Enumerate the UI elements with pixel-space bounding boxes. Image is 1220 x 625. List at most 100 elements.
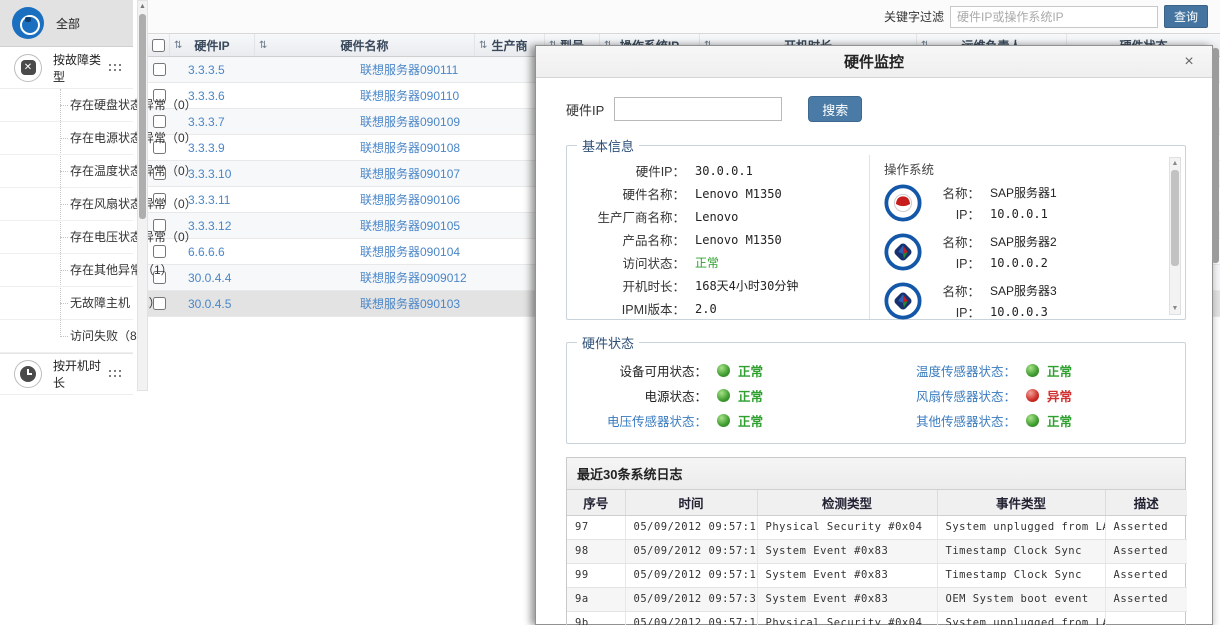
hardware-name-link[interactable]: 联想服务器090108 [360, 139, 460, 156]
sidebar-item-voltage-abnormal[interactable]: 存在电压状态异常（0） [0, 221, 133, 254]
sidebar-item-access-failed[interactable]: 访问失败（8） [0, 320, 133, 353]
system-log-table: 序号 时间 检测类型 事件类型 描述 9705/09/2012 09:57:11… [567, 490, 1187, 625]
scrollbar-thumb[interactable] [1171, 170, 1179, 266]
row-checkbox[interactable] [153, 63, 166, 76]
modal-header: 硬件监控 × [536, 46, 1212, 78]
hardware-name-link[interactable]: 联想服务器090109 [360, 113, 460, 130]
log-row: 9a05/09/2012 09:57:35 System Event #0x83… [567, 587, 1187, 611]
clock-icon [14, 360, 42, 388]
vendor-name-value: Lenovo [695, 210, 738, 224]
basic-info-section: 基本信息 硬件IP：30.0.0.1 硬件名称：Lenovo M1350 生产厂… [566, 136, 1186, 320]
os-name: SAP服务器2 [990, 233, 1057, 250]
os-diamond-icon [884, 233, 922, 271]
sidebar-item-disk-abnormal[interactable]: 存在硬盘状态异常（0） [0, 89, 133, 122]
sidebar-item-other-abnormal[interactable]: 存在其他异常（1） [0, 254, 133, 287]
voltage-sensor-link[interactable]: 电压传感器状态： [567, 411, 707, 430]
menu-dots-icon[interactable] [109, 370, 121, 378]
access-status-value: 正常 [695, 254, 719, 271]
target-icon [12, 7, 44, 39]
hardware-ip-link[interactable]: 30.0.4.4 [188, 271, 231, 285]
ipmi-version-value: 2.0 [695, 302, 717, 316]
sidebar-item-fan-abnormal[interactable]: 存在风扇状态异常（0） [0, 188, 133, 221]
scrollbar-thumb[interactable] [139, 14, 146, 219]
hardware-name-link[interactable]: 联想服务器090104 [360, 243, 460, 260]
top-toolbar: 关键字过滤 查询 [148, 0, 1220, 33]
sort-updown-icon[interactable]: ⇅ [479, 40, 487, 51]
keyword-filter-input[interactable] [950, 6, 1158, 28]
sidebar-item-all[interactable]: 全部 [0, 0, 133, 47]
modal-body: 硬件IP 搜索 基本信息 硬件IP：30.0.0.1 硬件名称：Lenovo M… [536, 78, 1212, 625]
system-log-section: 最近30条系统日志 序号 时间 检测类型 事件类型 描述 [566, 457, 1186, 625]
menu-dots-icon[interactable] [109, 64, 121, 72]
sidebar-group-uptime[interactable]: 按开机时长 [0, 353, 133, 395]
os-panel-title: 操作系统 [884, 159, 1163, 178]
hardware-status-legend: 硬件状态 [577, 333, 639, 352]
os-ip: 10.0.0.3 [990, 305, 1048, 319]
log-row: 9905/09/2012 09:57:16 System Event #0x83… [567, 563, 1187, 587]
page-scrollbar-thumb[interactable] [1212, 48, 1219, 263]
col-header-hardware-name[interactable]: ⇅ 硬件名称 [255, 34, 475, 56]
os-panel-scrollbar[interactable]: ▲ ▼ [1169, 157, 1181, 315]
green-status-dot [1026, 364, 1039, 377]
sidebar-all-label: 全部 [56, 15, 80, 32]
hardware-ip-link[interactable]: 3.3.3.5 [188, 63, 225, 77]
redhat-os-icon [884, 184, 922, 222]
sort-updown-icon[interactable]: ⇅ [174, 40, 182, 51]
hardware-name-link[interactable]: 联想服务器090106 [360, 191, 460, 208]
hardware-ip-search-input[interactable] [614, 97, 782, 121]
hardware-name-link[interactable]: 联想服务器090111 [360, 61, 458, 78]
sidebar-item-power-abnormal[interactable]: 存在电源状态异常（0） [0, 122, 133, 155]
hardware-name-link[interactable]: 联想服务器090110 [360, 87, 459, 104]
fault-type-children: 存在硬盘状态异常（0） 存在电源状态异常（0） 存在温度状态异常（0） 存在风扇… [0, 89, 133, 353]
basic-info-fields: 硬件IP：30.0.0.1 硬件名称：Lenovo M1350 生产厂商名称：L… [567, 155, 870, 319]
hardware-status-section: 硬件状态 设备可用状态： 正常 电源状态： 正常 [566, 333, 1186, 444]
hardware-ip-link[interactable]: 30.0.4.5 [188, 297, 231, 311]
status-column-left: 设备可用状态： 正常 电源状态： 正常 电压传感器状态： 正常 [567, 358, 876, 433]
log-row: 9b05/09/2012 09:57:18 Physical Security … [567, 611, 1187, 625]
fan-sensor-link[interactable]: 风扇传感器状态： [876, 386, 1016, 405]
hardware-name-link[interactable]: 联想服务器090107 [360, 165, 460, 182]
hardware-monitor-modal: 硬件监控 × 硬件IP 搜索 基本信息 硬件IP：30.0.0.1 硬件名称：L… [535, 45, 1213, 625]
close-icon[interactable]: × [1180, 53, 1198, 71]
select-all-checkbox[interactable] [152, 39, 165, 52]
red-status-dot [1026, 389, 1039, 402]
green-status-dot [717, 364, 730, 377]
scrollbar-up-arrow[interactable]: ▲ [1170, 158, 1180, 169]
other-sensor-link[interactable]: 其他传感器状态： [876, 411, 1016, 430]
hardware-ip-search-label: 硬件IP [566, 100, 604, 119]
hardware-monitor-page: 全部 ✕ 按故障类型 存在硬盘状态异常（0） 存在电源状态异常（0） 存在温度状… [0, 0, 1220, 625]
os-entry: 名称：SAP服务器1 IP：10.0.0.1 [884, 182, 1163, 224]
uptime-value: 168天4小时30分钟 [695, 277, 798, 294]
col-header-hardware-ip[interactable]: ⇅ 硬件IP [170, 34, 255, 56]
search-button[interactable]: 搜索 [808, 96, 862, 122]
sidebar-item-temp-abnormal[interactable]: 存在温度状态异常（0） [0, 155, 133, 188]
sidebar-group-fault-type[interactable]: ✕ 按故障类型 [0, 47, 133, 89]
keyword-filter-label: 关键字过滤 [884, 8, 944, 25]
basic-info-legend: 基本信息 [577, 136, 639, 155]
log-col-time: 时间 [625, 490, 757, 515]
status-item-device-available: 设备可用状态： 正常 [567, 358, 876, 383]
hardware-name-link[interactable]: 联想服务器0909012 [360, 269, 467, 286]
hardware-ip-value: 30.0.0.1 [695, 164, 753, 178]
system-log-title: 最近30条系统日志 [567, 458, 1185, 490]
log-col-event: 事件类型 [937, 490, 1105, 515]
query-button[interactable]: 查询 [1164, 5, 1208, 28]
log-row: 9705/09/2012 09:57:11 Physical Security … [567, 515, 1187, 539]
hardware-name-link[interactable]: 联想服务器090103 [360, 295, 460, 312]
operating-system-panel: 操作系统 名称：SAP服务器1 IP：10.0.0.1 [870, 155, 1185, 319]
log-row: 9805/09/2012 09:57:16 System Event #0x83… [567, 539, 1187, 563]
product-name-value: Lenovo M1350 [695, 233, 782, 247]
status-item-fan-sensor: 风扇传感器状态： 异常 [876, 383, 1185, 408]
status-item-other-sensor: 其他传感器状态： 正常 [876, 408, 1185, 433]
temperature-sensor-link[interactable]: 温度传感器状态： [876, 361, 1016, 380]
sidebar: 全部 ✕ 按故障类型 存在硬盘状态异常（0） 存在电源状态异常（0） 存在温度状… [0, 0, 133, 391]
fault-type-icon: ✕ [14, 54, 42, 82]
sidebar-scrollbar[interactable]: ▲ [137, 0, 148, 391]
sort-updown-icon[interactable]: ⇅ [259, 40, 267, 51]
log-col-seq: 序号 [567, 490, 625, 515]
scrollbar-up-arrow[interactable]: ▲ [138, 1, 147, 13]
hardware-name-link[interactable]: 联想服务器090105 [360, 217, 460, 234]
scrollbar-down-arrow[interactable]: ▼ [1170, 303, 1180, 314]
sidebar-item-no-fault-host[interactable]: 无故障主机（1） [0, 287, 133, 320]
fault-group-label: 按故障类型 [53, 51, 109, 85]
